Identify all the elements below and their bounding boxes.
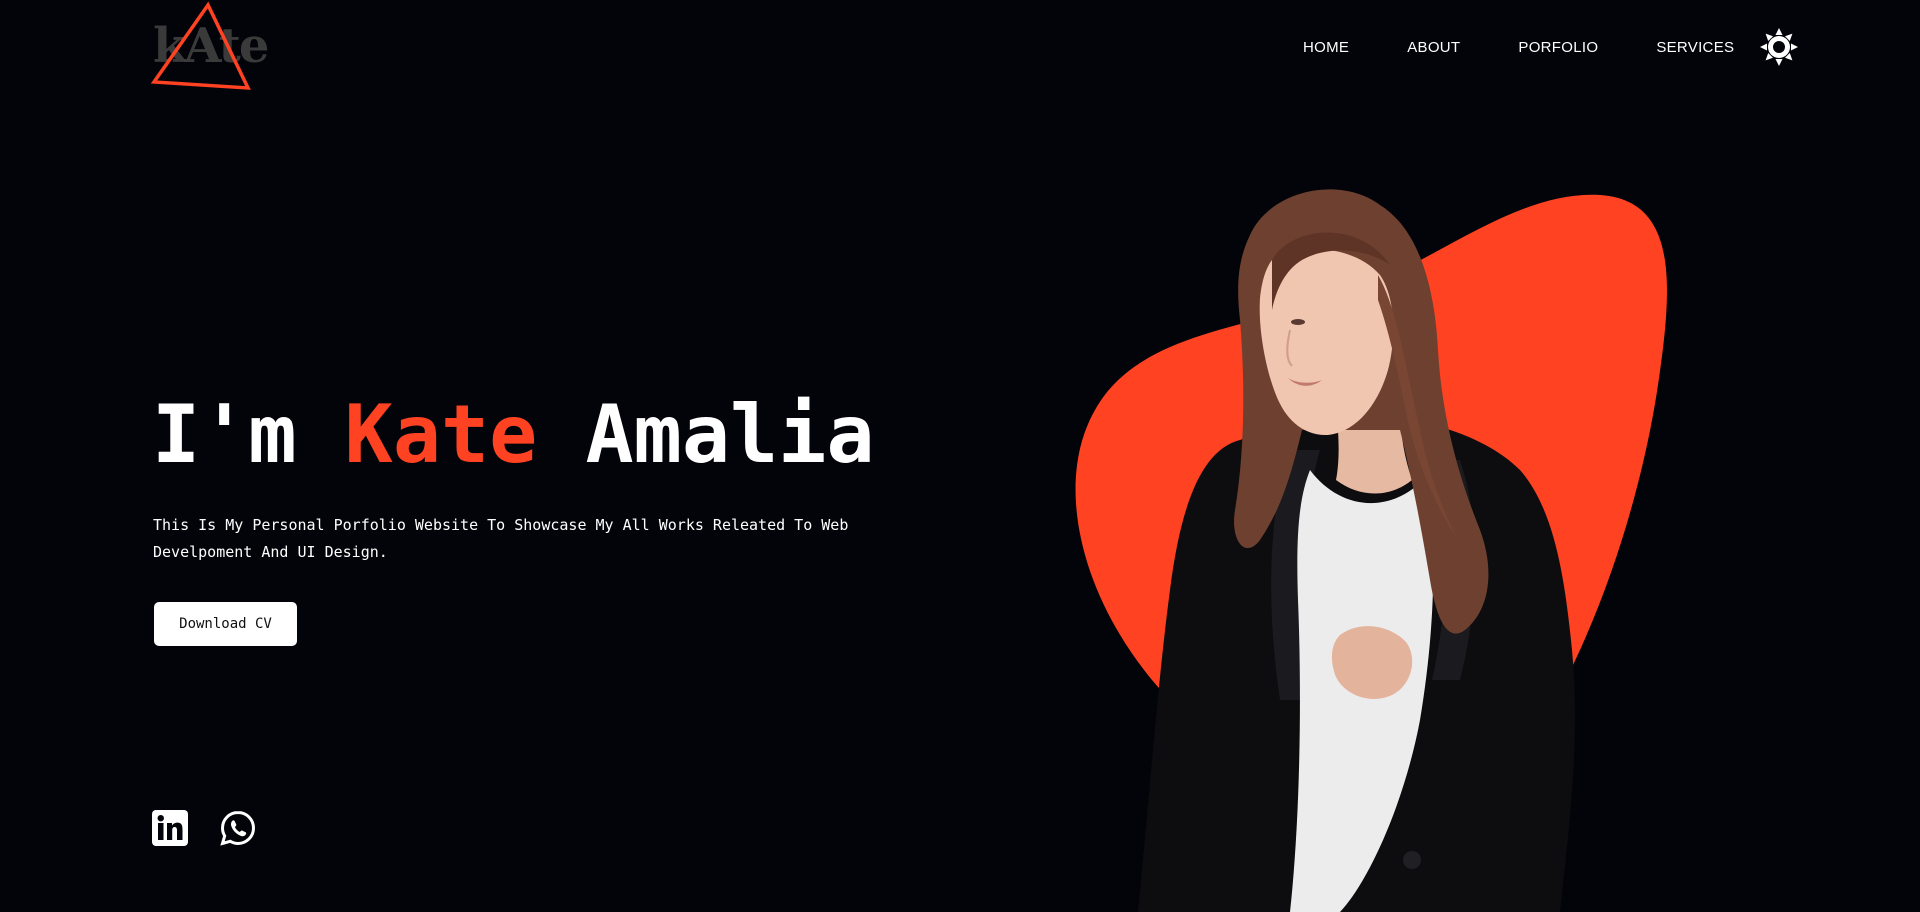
hero-portrait-image — [1040, 180, 1700, 912]
logo[interactable]: kAte — [150, 0, 270, 96]
hero-description: This Is My Personal Porfolio Website To … — [153, 516, 849, 561]
whatsapp-icon[interactable] — [220, 810, 256, 846]
nav-services-link[interactable]: SERVICES — [1656, 36, 1734, 60]
sun-icon[interactable] — [1760, 28, 1799, 66]
nav-portfolio-link[interactable]: PORFOLIO — [1518, 36, 1598, 60]
main-nav: HOME ABOUT PORFOLIO SERVICES — [1303, 28, 1799, 66]
social-links — [152, 810, 256, 846]
hero-title-prefix: I'm — [152, 388, 297, 481]
nav-home-link[interactable]: HOME — [1303, 36, 1349, 60]
logo-triangle-icon — [150, 1, 251, 90]
nav-about-link[interactable]: ABOUT — [1407, 36, 1460, 60]
hero-title: I'm Kate Amalia — [152, 388, 874, 482]
hero-title-first-name: Kate — [344, 388, 538, 481]
linkedin-icon[interactable] — [152, 810, 188, 846]
hero-title-last-name: Amalia — [585, 388, 875, 481]
download-cv-button[interactable]: Download CV — [154, 602, 297, 646]
